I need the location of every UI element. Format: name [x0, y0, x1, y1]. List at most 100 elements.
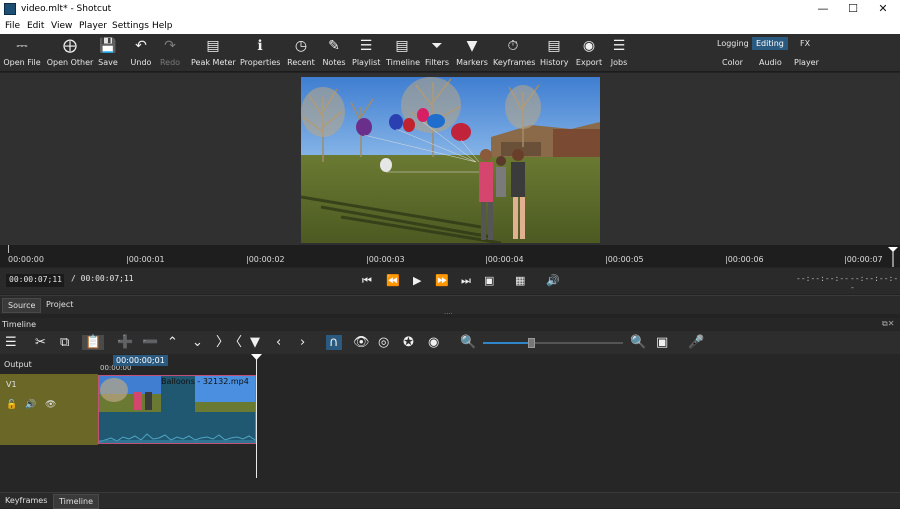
undo-button[interactable]: ↶ Undo — [129, 37, 153, 71]
paste-icon[interactable]: 📋 — [82, 335, 105, 350]
zoom-slider-handle[interactable] — [528, 338, 535, 348]
overwrite-icon[interactable]: ⌄ — [192, 335, 203, 350]
split-icon[interactable]: 〉〈 — [216, 335, 242, 350]
splitter-handle[interactable]: ···· — [444, 310, 453, 318]
scrub-eye-icon[interactable]: 👁 — [353, 335, 370, 350]
position-timecode[interactable]: 00:00:07;11 — [6, 274, 64, 287]
ripple-all-icon[interactable]: ✪ — [403, 335, 414, 350]
previous-marker-icon[interactable]: ‹ — [276, 335, 281, 350]
save-icon: 💾 — [99, 38, 117, 54]
minimize-button[interactable]: — — [808, 0, 838, 18]
layout-editing[interactable]: Editing — [752, 37, 788, 50]
jobs-stack-icon: ☰ — [612, 38, 626, 54]
dock-float-icon[interactable]: ⧉✕ — [882, 319, 894, 329]
tab-project[interactable]: Project — [41, 298, 78, 311]
filters-button[interactable]: ⏷ Filters — [424, 37, 450, 71]
v1-track-label: V1 — [6, 380, 17, 389]
rewind-icon[interactable]: ⏪ — [386, 274, 400, 287]
playlist-button[interactable]: ☰ Playlist — [352, 37, 380, 71]
menu-edit[interactable]: Edit — [27, 21, 44, 31]
markers-button[interactable]: ▼ Markers — [456, 37, 488, 71]
timeline-panel-title: Timeline — [2, 320, 37, 329]
layout-player[interactable]: Player — [790, 56, 823, 69]
history-button[interactable]: ▤ History — [540, 37, 568, 71]
snap-magnet-icon[interactable]: ∩ — [326, 335, 342, 350]
tab-source[interactable]: Source — [2, 298, 42, 313]
next-marker-icon[interactable]: › — [300, 335, 305, 350]
menu-settings[interactable]: Settings — [112, 21, 149, 31]
menu-player[interactable]: Player — [79, 21, 107, 31]
volume-icon[interactable]: 🔊 — [546, 274, 560, 287]
marker-icon: ▼ — [466, 38, 478, 54]
ruler-label-0: 00:00:00 — [8, 255, 44, 264]
peak-meter-button[interactable]: ▤ Peak Meter — [191, 37, 236, 71]
ripple-markers-icon[interactable]: ◉ — [428, 335, 439, 350]
zoom-fit-timeline-icon[interactable]: ▣ — [656, 335, 668, 350]
mute-audio-icon[interactable]: 🔊 — [25, 400, 36, 410]
record-audio-icon[interactable]: 🎤 — [688, 335, 704, 350]
peak-meter-icon: ▤ — [206, 38, 220, 54]
close-button[interactable]: ✕ — [868, 0, 898, 18]
open-file-button[interactable]: ⎓ Open File — [2, 37, 42, 71]
menu-help[interactable]: Help — [152, 21, 173, 31]
jobs-button[interactable]: ☰ Jobs — [608, 37, 630, 71]
remove-icon[interactable]: ➖ — [142, 335, 158, 350]
player-playhead-icon[interactable] — [888, 247, 898, 267]
marker-add-icon[interactable]: ▼ — [250, 335, 260, 350]
ruler-label-5: |00:00:05 — [605, 255, 644, 264]
zoom-in-icon[interactable]: 🔍 — [630, 335, 646, 350]
history-icon: ▤ — [547, 38, 561, 54]
timeline-panel-header: Timeline ⧉✕ — [0, 318, 900, 331]
ruler-label-3: |00:00:03 — [366, 255, 405, 264]
skip-to-start-icon[interactable]: ⏮ — [362, 274, 372, 288]
append-icon[interactable]: ➕ — [117, 335, 133, 350]
video-clip[interactable]: Balloons - 32132.mp4 — [98, 375, 256, 444]
play-icon[interactable]: ▶ — [413, 274, 421, 287]
output-track-label: Output — [4, 360, 32, 369]
grid-icon[interactable]: ▦ — [515, 274, 525, 287]
layout-fx[interactable]: FX — [796, 37, 814, 50]
menu-file[interactable]: File — [5, 21, 20, 31]
zoom-fit-icon[interactable]: ▣ — [484, 274, 494, 287]
open-other-button[interactable]: ⨁ Open Other — [46, 37, 94, 71]
ruler-label-6: |00:00:06 — [725, 255, 764, 264]
timeline-menu-icon[interactable]: ☰ — [5, 335, 17, 350]
audio-waveform — [99, 412, 255, 443]
filter-icon: ⏷ — [431, 38, 443, 54]
export-button[interactable]: ◉ Export — [575, 37, 603, 71]
video-frame[interactable] — [301, 77, 600, 243]
timeline-toolbar: ☰ ✂ ⧉ 📋 ➕ ➖ ⌃ ⌄ 〉〈 ▼ ‹ › ∩ 👁 ◎ ✪ ◉ 🔍 🔍 ▣… — [0, 331, 900, 354]
menu-view[interactable]: View — [51, 21, 72, 31]
tab-timeline[interactable]: Timeline — [53, 494, 100, 509]
properties-button[interactable]: ℹ Properties — [240, 37, 280, 71]
timeline-playhead-marker-icon[interactable] — [251, 354, 262, 360]
ripple-icon[interactable]: ◎ — [378, 335, 389, 350]
fast-forward-icon[interactable]: ⏩ — [435, 274, 449, 287]
timeline-button[interactable]: ▤ Timeline — [386, 37, 420, 71]
v1-track-header[interactable]: V1 🔓 🔊 👁 — [0, 374, 98, 445]
recent-button[interactable]: ◷ Recent — [286, 37, 316, 71]
zoom-slider-track[interactable] — [483, 338, 623, 348]
cut-icon[interactable]: ✂ — [35, 335, 46, 350]
skip-to-end-icon[interactable]: ⏭ — [461, 274, 471, 288]
title-bar: video.mlt* - Shotcut — ☐ ✕ — [0, 0, 900, 18]
timeline-playhead[interactable] — [256, 354, 257, 478]
notes-button[interactable]: ✎ Notes — [321, 37, 347, 71]
lift-icon[interactable]: ⌃ — [167, 335, 178, 350]
redo-button[interactable]: ↷ Redo — [158, 37, 182, 71]
transport-bar: 00:00:07;11 / 00:00:07;11 ⏮ ⏪ ▶ ⏩ ⏭ ▣ ▦ … — [0, 268, 900, 294]
keyframes-button[interactable]: ⏱ Keyframes — [493, 37, 535, 71]
save-button[interactable]: 💾 Save — [96, 37, 120, 71]
maximize-button[interactable]: ☐ — [838, 0, 868, 18]
tab-keyframes[interactable]: Keyframes — [0, 494, 52, 507]
export-disc-icon: ◉ — [582, 38, 596, 54]
copy-icon[interactable]: ⧉ — [60, 335, 69, 350]
hide-eye-icon[interactable]: 👁 — [45, 400, 56, 410]
player-ruler[interactable]: 00:00:00 |00:00:01 |00:00:02 |00:00:03 |… — [0, 245, 900, 267]
zoom-out-icon[interactable]: 🔍 — [460, 335, 476, 350]
layout-logging[interactable]: Logging — [713, 37, 753, 50]
layout-color[interactable]: Color — [718, 56, 747, 69]
playlist-icon: ☰ — [359, 38, 373, 54]
layout-audio[interactable]: Audio — [755, 56, 786, 69]
lock-icon[interactable]: 🔓 — [6, 400, 17, 410]
